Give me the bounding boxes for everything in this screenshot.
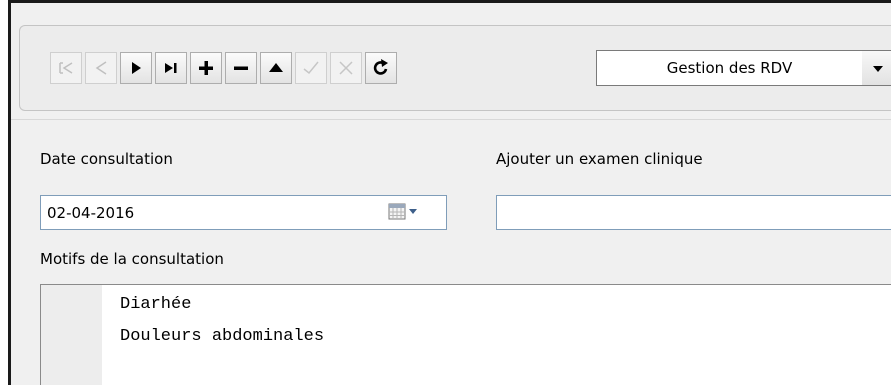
date-consultation-field[interactable]: 02-04-2016 — [40, 195, 447, 230]
motif-line: Douleurs abdominales — [120, 327, 325, 346]
application-frame: Gestion des RDV Date consultation Ajoute… — [0, 0, 891, 385]
next-record-icon — [132, 62, 141, 74]
exam-clinique-label: Ajouter un examen clinique — [496, 150, 703, 168]
add-record-button[interactable] — [190, 52, 222, 84]
cancel-edit-button[interactable] — [330, 52, 362, 84]
cross-icon — [339, 61, 353, 75]
previous-record-button[interactable] — [85, 52, 117, 84]
save-record-button[interactable] — [295, 52, 327, 84]
first-record-button[interactable] — [50, 52, 82, 84]
window-left-border — [8, 0, 11, 385]
refresh-button[interactable] — [365, 52, 397, 84]
gestion-rdv-select[interactable]: Gestion des RDV — [596, 50, 863, 86]
refresh-icon — [373, 59, 388, 75]
date-consultation-label: Date consultation — [40, 150, 173, 168]
window-top-border — [8, 0, 891, 3]
minus-icon — [234, 66, 248, 70]
last-record-button[interactable] — [155, 52, 187, 84]
motif-line: Diarhée — [120, 295, 192, 314]
edit-record-button[interactable] — [260, 52, 292, 84]
motifs-consultation-label: Motifs de la consultation — [40, 250, 224, 268]
previous-record-icon — [95, 61, 107, 75]
first-record-icon — [59, 62, 73, 74]
last-record-icon — [165, 63, 177, 73]
chevron-down-icon — [873, 66, 883, 72]
plus-icon — [199, 61, 213, 75]
motifs-row-gutter — [41, 285, 102, 385]
date-consultation-value: 02-04-2016 — [47, 203, 135, 222]
delete-record-button[interactable] — [225, 52, 257, 84]
triangle-up-icon — [269, 63, 283, 72]
gestion-rdv-label: Gestion des RDV — [666, 59, 793, 77]
next-record-button[interactable] — [120, 52, 152, 84]
checkmark-icon — [303, 61, 319, 75]
calendar-dropdown-button[interactable] — [387, 202, 427, 222]
calendar-icon — [388, 203, 417, 220]
toolbar-separator — [11, 119, 891, 120]
gestion-rdv-dropdown-button[interactable] — [862, 50, 891, 86]
exam-clinique-input[interactable] — [496, 195, 891, 230]
